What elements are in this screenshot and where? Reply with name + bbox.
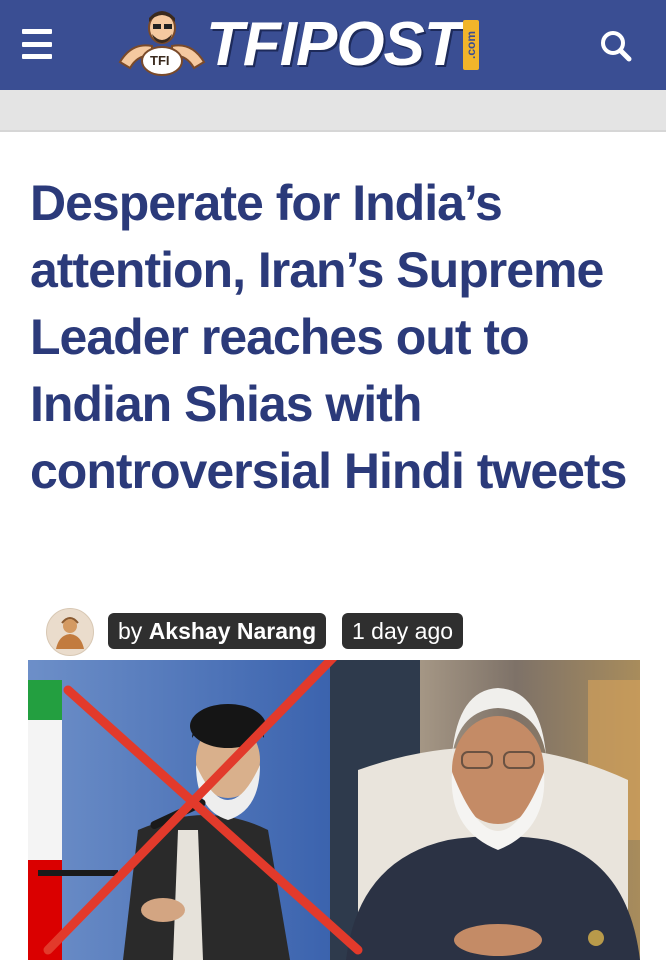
article-headline[interactable]: Desperate for India’s attention, Iran’s … (30, 170, 650, 505)
site-logo[interactable]: TFI TFIPOST .com (112, 6, 562, 84)
author-prefix: by (118, 618, 143, 644)
hamburger-menu-icon[interactable] (22, 29, 52, 59)
right-photo (330, 660, 640, 960)
nav-strip (0, 90, 666, 132)
publish-time: 1 day ago (342, 613, 464, 649)
article-image[interactable] (28, 660, 640, 960)
author-name[interactable]: Akshay Narang (149, 618, 316, 644)
author-avatar[interactable] (46, 608, 94, 656)
article-meta: by Akshay Narang 1 day ago (46, 605, 646, 656)
logo-text: TFIPOST (206, 10, 462, 79)
mascot-icon: TFI (112, 6, 212, 84)
mascot-badge-text: TFI (150, 53, 170, 68)
author-pill[interactable]: by Akshay Narang (108, 613, 327, 649)
logo-suffix: .com (462, 20, 479, 70)
search-icon[interactable] (596, 26, 636, 66)
site-header: TFI TFIPOST .com (0, 0, 666, 90)
